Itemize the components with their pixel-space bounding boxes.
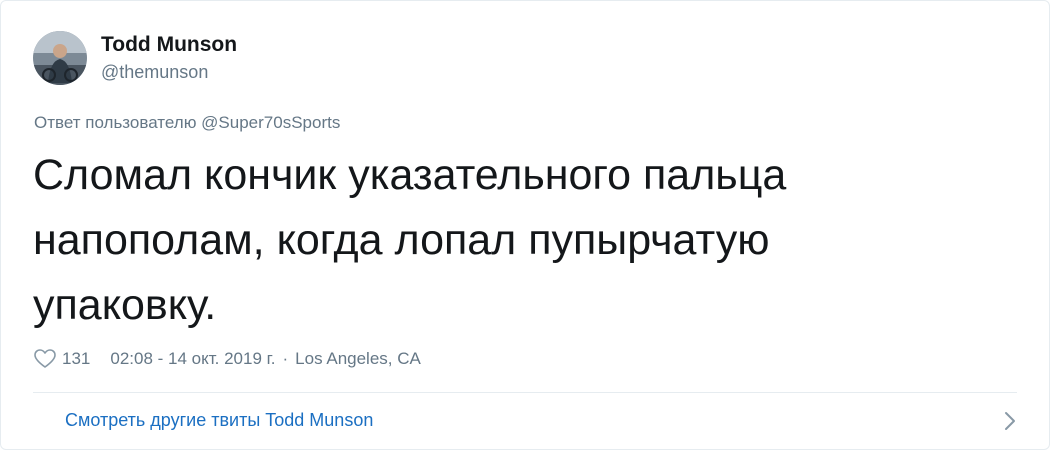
tweet-location[interactable]: Los Angeles, CA (295, 349, 421, 369)
chevron-right-icon[interactable] (1003, 411, 1017, 431)
tweet-timestamp[interactable]: 02:08 - 14 окт. 2019 г. (110, 349, 275, 369)
tweet-card: Todd Munson @themunson Ответ пользовател… (0, 0, 1050, 450)
author-names: Todd Munson @themunson (101, 32, 237, 84)
reply-context: Ответ пользователю @Super70sSports (34, 113, 341, 132)
heart-icon[interactable] (34, 349, 56, 369)
more-tweets-link[interactable]: Смотреть другие твиты Todd Munson (1, 393, 1049, 449)
tweet-meta: 131 02:08 - 14 окт. 2019 г. · Los Angele… (34, 349, 421, 369)
tweet-text: Сломал кончик указательного пальца напоп… (33, 151, 787, 329)
more-tweets-label[interactable]: Смотреть другие твиты Todd Munson (65, 410, 373, 431)
like-count: 131 (62, 349, 91, 368)
meta-separator: · (282, 349, 289, 368)
tweet-header: Todd Munson @themunson (33, 31, 237, 85)
author-display-name[interactable]: Todd Munson (101, 32, 237, 58)
author-handle[interactable]: @themunson (101, 60, 237, 84)
avatar[interactable] (33, 31, 87, 85)
